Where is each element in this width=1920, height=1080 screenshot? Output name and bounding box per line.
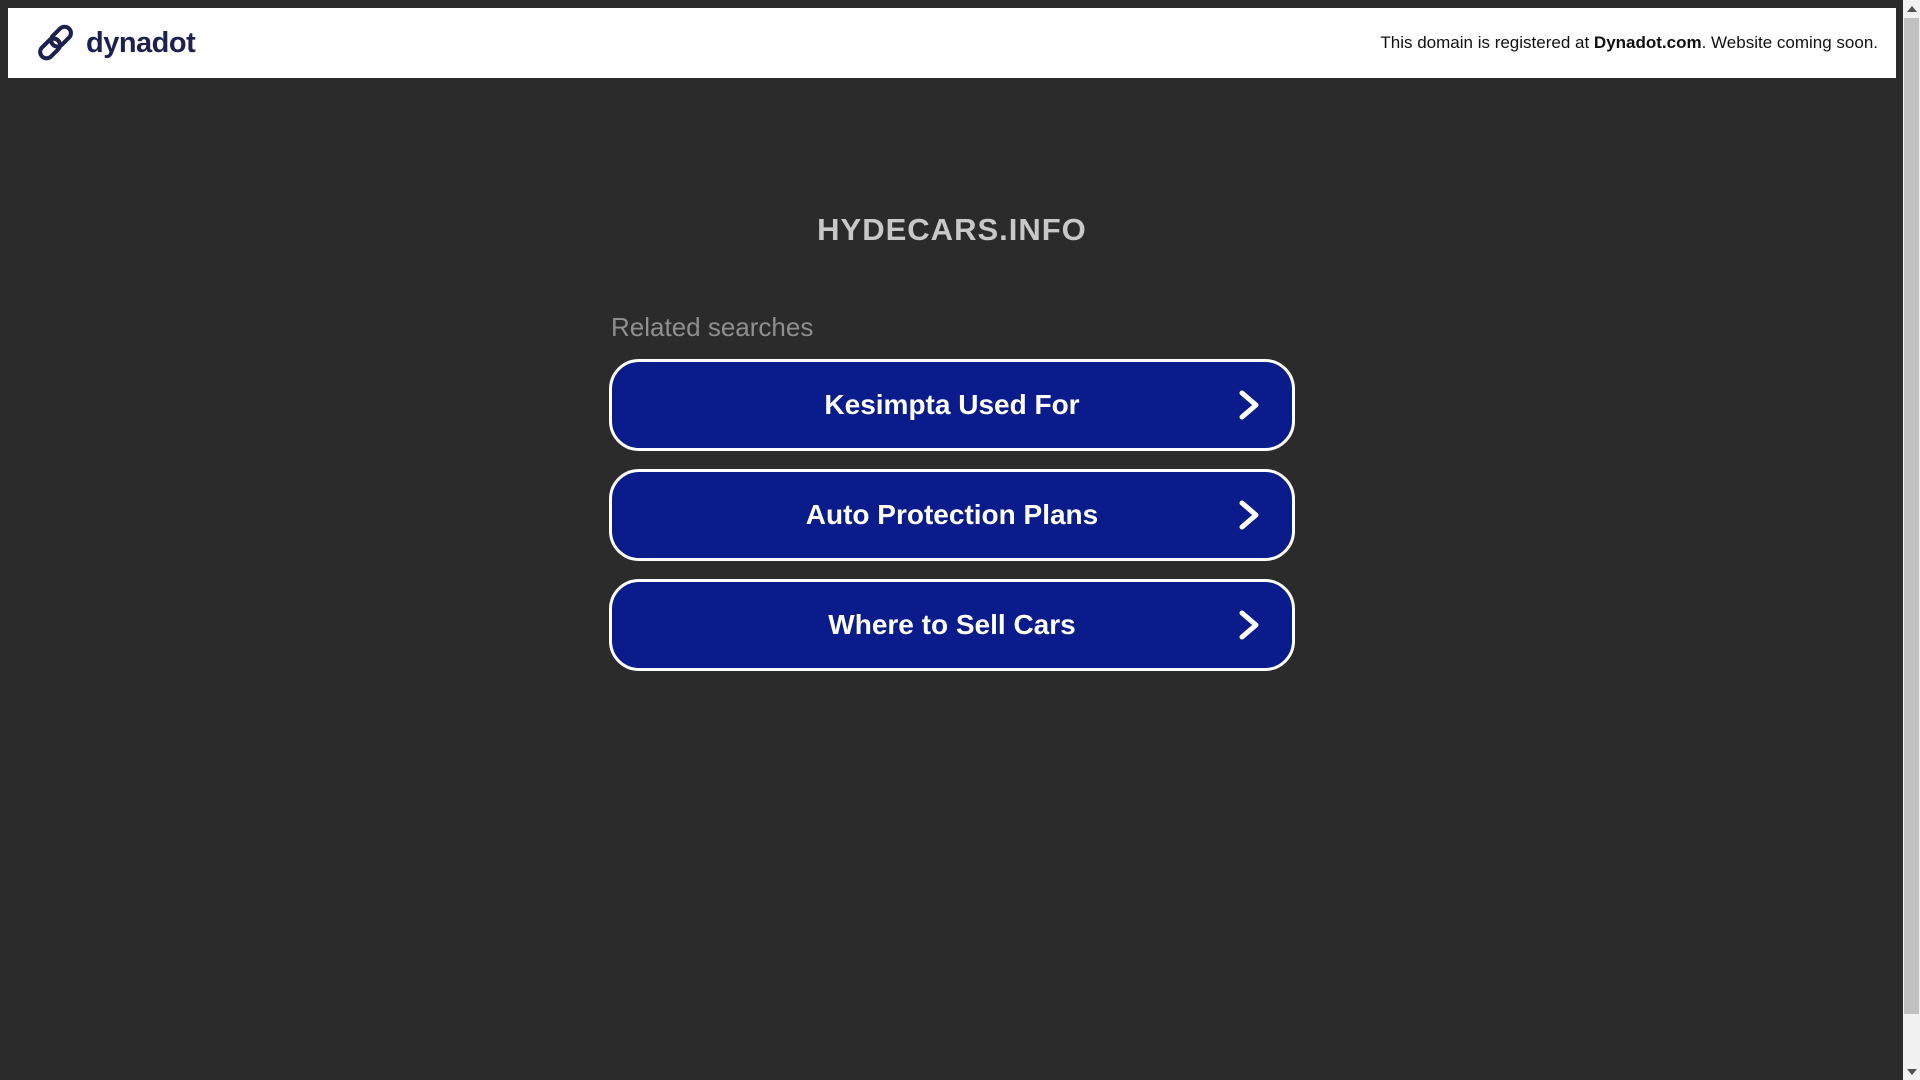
notice-prefix: This domain is registered at bbox=[1380, 33, 1594, 52]
chain-link-icon bbox=[36, 23, 76, 63]
domain-title: HYDECARS.INFO bbox=[817, 212, 1087, 247]
notice-suffix: . Website coming soon. bbox=[1701, 33, 1878, 52]
chevron-right-icon bbox=[1238, 390, 1260, 420]
related-search-label: Where to Sell Cars bbox=[828, 609, 1076, 640]
scroll-down-arrow-icon bbox=[1906, 1068, 1917, 1075]
chevron-right-icon bbox=[1238, 500, 1260, 530]
header-bar: dynadot This domain is registered at Dyn… bbox=[8, 8, 1896, 78]
dynadot-logo[interactable]: dynadot bbox=[36, 23, 196, 63]
logo-wordmark: dynadot bbox=[86, 26, 196, 59]
related-search-label: Kesimpta Used For bbox=[824, 389, 1080, 420]
registrar-name: Dynadot.com bbox=[1593, 33, 1702, 52]
related-searches-label: Related searches bbox=[611, 312, 814, 342]
related-search-label: Auto Protection Plans bbox=[805, 499, 1099, 530]
related-search-link-3[interactable]: Where to Sell Cars bbox=[609, 579, 1295, 671]
related-search-link-1[interactable]: Kesimpta Used For bbox=[609, 359, 1295, 451]
scroll-down-button[interactable] bbox=[1903, 1063, 1920, 1080]
chevron-right-icon bbox=[1238, 610, 1260, 640]
scrollbar-thumb[interactable] bbox=[1904, 18, 1919, 1014]
scroll-up-arrow-icon bbox=[1906, 5, 1917, 12]
scroll-up-button[interactable] bbox=[1903, 0, 1920, 17]
registration-notice: This domain is registered at Dynadot.com… bbox=[1380, 33, 1878, 53]
main-content: HYDECARS.INFO Related searches Kesimpta … bbox=[8, 78, 1896, 689]
related-searches-section: Related searches Kesimpta Used For Auto … bbox=[609, 312, 1295, 671]
related-search-link-2[interactable]: Auto Protection Plans bbox=[609, 469, 1295, 561]
vertical-scrollbar[interactable] bbox=[1903, 0, 1920, 1080]
